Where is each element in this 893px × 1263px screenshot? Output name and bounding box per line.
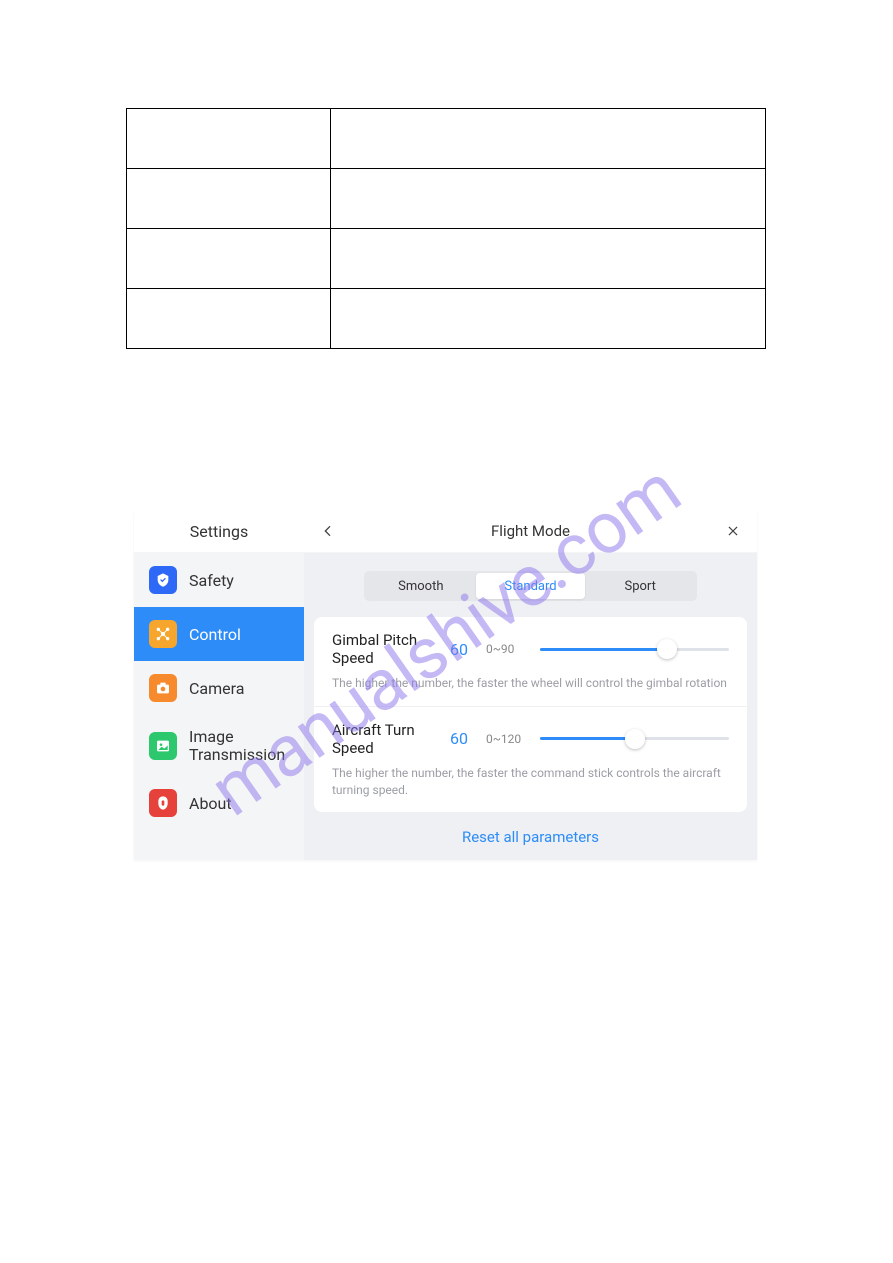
aircraft-turn-speed-row: Aircraft Turn Speed 60 0~120 The higher …: [314, 707, 747, 813]
sidebar-item-label: About: [189, 794, 232, 813]
settings-panel: Settings Safety: [134, 510, 757, 860]
aircraft-turn-speed-slider[interactable]: [540, 729, 729, 749]
camera-icon: [149, 674, 177, 702]
tab-smooth[interactable]: Smooth: [366, 573, 476, 599]
sidebar-item-control[interactable]: Control: [134, 607, 304, 661]
sidebar-item-camera[interactable]: Camera: [134, 661, 304, 715]
row-value: 60: [444, 640, 474, 659]
slider-thumb[interactable]: [625, 729, 645, 749]
reset-all-parameters-link[interactable]: Reset all parameters: [304, 812, 757, 856]
row-description: The higher the number, the faster the co…: [332, 765, 729, 799]
sidebar-item-about[interactable]: About: [134, 776, 304, 830]
control-icon: [149, 620, 177, 648]
tab-sport[interactable]: Sport: [585, 573, 695, 599]
slider-fill: [540, 648, 667, 651]
parameters-card: Gimbal Pitch Speed 60 0~90 The higher th…: [314, 617, 747, 812]
sidebar-item-label: Control: [189, 625, 241, 644]
safety-icon: [149, 566, 177, 594]
sidebar-title: Settings: [134, 510, 304, 553]
sidebar-item-label: Safety: [189, 571, 234, 590]
sidebar-item-image-transmission[interactable]: Image Transmission: [134, 715, 304, 776]
content-title: Flight Mode: [491, 522, 570, 540]
about-icon: [149, 789, 177, 817]
settings-content: Flight Mode Smooth Standard Sport Gimbal…: [304, 510, 757, 860]
close-button[interactable]: [723, 521, 743, 541]
sidebar-item-label: Camera: [189, 679, 244, 698]
row-range: 0~90: [486, 642, 528, 656]
row-range: 0~120: [486, 732, 528, 746]
row-label: Aircraft Turn Speed: [332, 721, 432, 757]
row-label: Gimbal Pitch Speed: [332, 631, 432, 667]
slider-thumb[interactable]: [657, 639, 677, 659]
empty-table: [126, 108, 766, 349]
flight-mode-tabs: Smooth Standard Sport: [364, 571, 697, 601]
tab-standard[interactable]: Standard: [476, 573, 586, 599]
sidebar-item-label: Image Transmission: [189, 728, 289, 763]
flight-mode-tabs-container: Smooth Standard Sport: [304, 553, 757, 613]
row-value: 60: [444, 729, 474, 748]
content-header: Flight Mode: [304, 510, 757, 553]
back-button[interactable]: [318, 521, 338, 541]
gimbal-pitch-speed-slider[interactable]: [540, 639, 729, 659]
sidebar-item-safety[interactable]: Safety: [134, 553, 304, 607]
gimbal-pitch-speed-row: Gimbal Pitch Speed 60 0~90 The higher th…: [314, 617, 747, 707]
settings-sidebar: Settings Safety: [134, 510, 304, 860]
slider-fill: [540, 737, 635, 740]
image-icon: [149, 732, 177, 760]
row-description: The higher the number, the faster the wh…: [332, 675, 729, 692]
